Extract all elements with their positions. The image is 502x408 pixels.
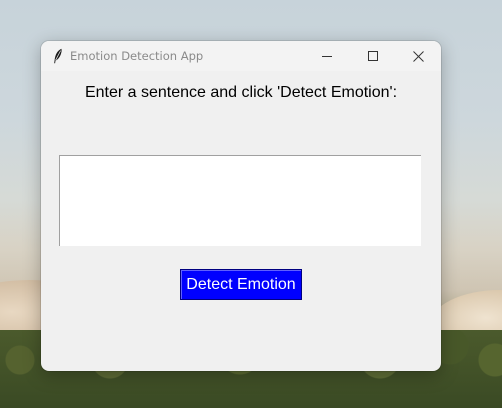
window-title: Emotion Detection App	[70, 49, 204, 63]
main-content: Enter a sentence and click 'Detect Emoti…	[41, 71, 441, 371]
close-icon	[412, 50, 424, 62]
maximize-button[interactable]	[350, 41, 396, 71]
feather-icon	[52, 48, 64, 64]
maximize-icon	[368, 51, 378, 61]
minimize-icon	[322, 51, 332, 61]
close-button[interactable]	[395, 41, 441, 71]
prompt-label: Enter a sentence and click 'Detect Emoti…	[84, 84, 398, 101]
minimize-button[interactable]	[304, 41, 350, 71]
detect-emotion-button[interactable]: Detect Emotion	[180, 269, 302, 300]
title-bar[interactable]: Emotion Detection App	[41, 41, 441, 71]
sentence-input[interactable]	[59, 155, 421, 246]
app-window: Emotion Detection App Enter a sentence a…	[41, 41, 441, 371]
